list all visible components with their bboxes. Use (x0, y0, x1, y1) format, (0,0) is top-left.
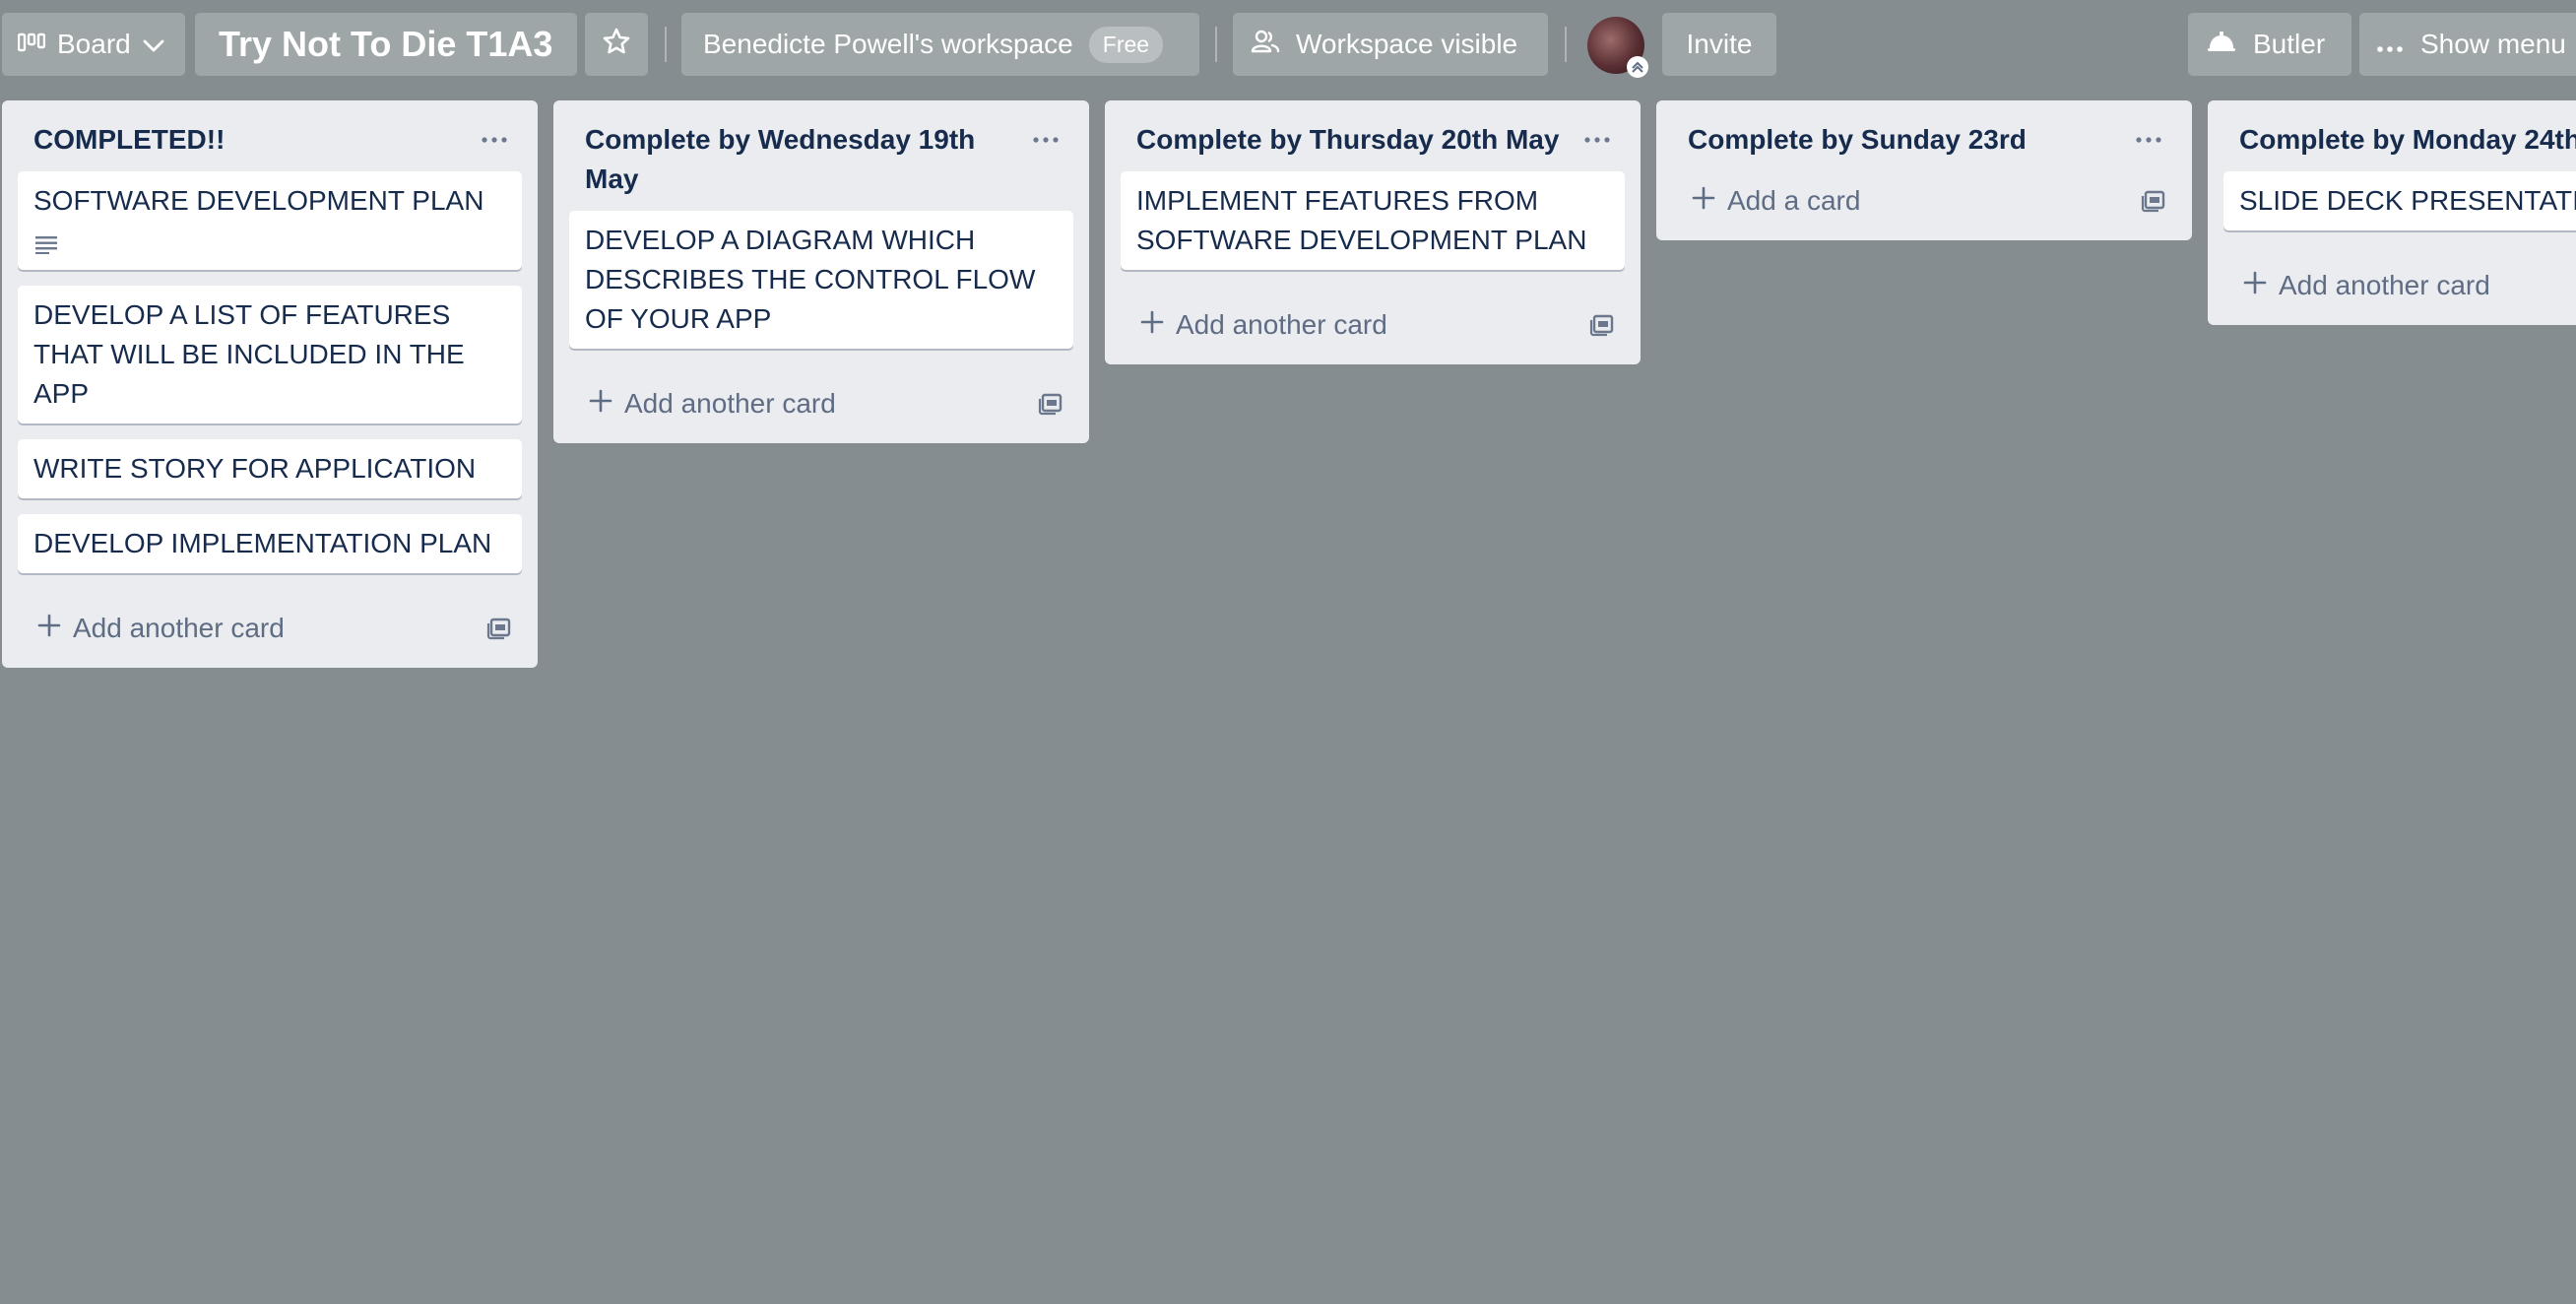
list-menu-button[interactable] (477, 122, 512, 158)
card[interactable]: SLIDE DECK PRESENTATION (2223, 171, 2576, 230)
more-dots-icon (1033, 131, 1059, 149)
list-title[interactable]: Complete by Wednesday 19th May (585, 120, 1010, 199)
show-menu-label: Show menu (2420, 29, 2566, 59)
card-title: IMPLEMENT FEATURES FROM SOFTWARE DEVELOP… (1136, 185, 1587, 255)
list-title[interactable]: COMPLETED!! (33, 120, 459, 160)
show-menu-button[interactable]: Show menu (2359, 13, 2576, 76)
plus-icon (589, 388, 612, 420)
invite-button[interactable]: Invite (1662, 13, 1776, 76)
header-divider (1215, 27, 1217, 62)
list-monday: Complete by Monday 24th SLIDE DECK PRESE… (2208, 100, 2576, 325)
card-list: SLIDE DECK PRESENTATION (2208, 160, 2576, 246)
list-header[interactable]: Complete by Wednesday 19th May (553, 100, 1089, 199)
card[interactable]: WRITE STORY FOR APPLICATION (18, 439, 522, 498)
plus-icon (1692, 185, 1715, 217)
card-title: WRITE STORY FOR APPLICATION (33, 453, 477, 484)
more-dots-icon (482, 131, 507, 149)
more-dots-icon (1584, 131, 1610, 149)
card-template-icon[interactable] (1038, 392, 1063, 416)
list-header[interactable]: Complete by Sunday 23rd (1656, 100, 2192, 160)
card-list: DEVELOP A DIAGRAM WHICH DESCRIBES THE CO… (553, 199, 1089, 349)
plus-icon (1140, 309, 1164, 341)
card-title: SLIDE DECK PRESENTATION (2239, 185, 2576, 216)
more-dots-icon (2377, 29, 2403, 60)
add-card-label: Add another card (1176, 309, 1387, 340)
plus-icon (2243, 270, 2267, 301)
card-title: DEVELOP IMPLEMENTATION PLAN (33, 528, 492, 558)
add-card-label: Add another card (624, 388, 836, 419)
add-card-button[interactable]: Add another card (553, 364, 1089, 443)
list-title[interactable]: Complete by Monday 24th (2239, 120, 2576, 160)
board-switcher-button[interactable]: Board (2, 13, 185, 76)
list-title[interactable]: Complete by Thursday 20th May (1136, 120, 1562, 160)
list-completed: COMPLETED!! SOFTWARE DEVELOPMENT PLAN DE… (2, 100, 538, 668)
board-header: Board Try Not To Die T1A3 Benedicte Powe… (0, 0, 2576, 91)
card[interactable]: DEVELOP A LIST OF FEATURES THAT WILL BE … (18, 286, 522, 424)
list-sunday: Complete by Sunday 23rd Add a card (1656, 100, 2192, 240)
list-menu-button[interactable] (2131, 122, 2166, 158)
member-avatar[interactable] (1587, 17, 1648, 78)
visibility-label: Workspace visible (1296, 29, 1518, 59)
chevron-down-icon (143, 29, 164, 60)
header-divider (1565, 27, 1567, 62)
card-list: SOFTWARE DEVELOPMENT PLAN DEVELOP A LIST… (2, 160, 538, 573)
list-thursday: Complete by Thursday 20th May IMPLEMENT … (1105, 100, 1641, 364)
people-icon (1251, 29, 1280, 61)
add-card-button[interactable]: Add another card (1105, 286, 1641, 364)
card-template-icon[interactable] (486, 617, 512, 640)
list-title[interactable]: Complete by Sunday 23rd (1688, 120, 2113, 160)
list-menu-button[interactable] (1579, 122, 1615, 158)
butler-label: Butler (2253, 29, 2326, 59)
more-dots-icon (2136, 131, 2161, 149)
add-card-label: Add another card (2279, 270, 2490, 300)
plus-icon (37, 613, 61, 644)
description-lines-icon (33, 228, 506, 260)
butler-bell-icon (2206, 29, 2237, 61)
add-card-label: Add another card (73, 613, 285, 643)
card-title: DEVELOP A LIST OF FEATURES THAT WILL BE … (33, 299, 465, 409)
card-list: IMPLEMENT FEATURES FROM SOFTWARE DEVELOP… (1105, 160, 1641, 270)
card[interactable]: IMPLEMENT FEATURES FROM SOFTWARE DEVELOP… (1121, 171, 1625, 270)
board-title[interactable]: Try Not To Die T1A3 (195, 13, 577, 76)
admin-chevron-icon (1627, 56, 1648, 78)
list-wednesday: Complete by Wednesday 19th May DEVELOP A… (553, 100, 1089, 443)
card-template-icon[interactable] (2141, 189, 2166, 213)
visibility-button[interactable]: Workspace visible (1233, 13, 1548, 76)
card-template-icon[interactable] (1589, 313, 1615, 337)
card[interactable]: DEVELOP A DIAGRAM WHICH DESCRIBES THE CO… (569, 211, 1073, 349)
card[interactable]: DEVELOP IMPLEMENTATION PLAN (18, 514, 522, 573)
add-card-button[interactable]: Add another card (2, 589, 538, 668)
list-header[interactable]: COMPLETED!! (2, 100, 538, 160)
board-switcher-label: Board (57, 29, 131, 59)
board-icon (17, 29, 46, 60)
list-header[interactable]: Complete by Thursday 20th May (1105, 100, 1641, 160)
card-title: SOFTWARE DEVELOPMENT PLAN (33, 185, 484, 216)
plan-badge: Free (1088, 26, 1164, 63)
add-card-button[interactable]: Add a card (1656, 162, 2192, 240)
workspace-name: Benedicte Powell's workspace (703, 29, 1073, 59)
card-title: DEVELOP A DIAGRAM WHICH DESCRIBES THE CO… (585, 225, 1036, 334)
card[interactable]: SOFTWARE DEVELOPMENT PLAN (18, 171, 522, 270)
star-board-button[interactable] (585, 13, 648, 76)
header-divider (665, 27, 667, 62)
list-header[interactable]: Complete by Monday 24th (2208, 100, 2576, 160)
butler-button[interactable]: Butler (2188, 13, 2351, 76)
star-icon (602, 27, 631, 63)
workspace-button[interactable]: Benedicte Powell's workspace Free (681, 13, 1199, 76)
add-card-button[interactable]: Add another card (2208, 246, 2576, 325)
add-card-label: Add a card (1727, 185, 1861, 216)
list-menu-button[interactable] (1028, 122, 1063, 158)
